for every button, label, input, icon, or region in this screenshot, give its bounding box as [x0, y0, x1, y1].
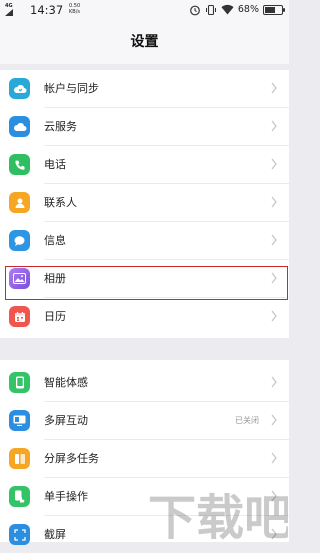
wifi-icon [221, 4, 234, 15]
setting-label: 云服务 [44, 120, 77, 133]
chevron-right-icon [271, 452, 277, 464]
chevron-right-icon [271, 234, 277, 246]
setting-smart-motion[interactable]: 智能体感 [0, 364, 289, 401]
status-bar: 4G 14:37 0.50 KB/s 68% [0, 0, 289, 20]
setting-label: 日历 [44, 310, 66, 323]
multiscreen-icon [9, 410, 30, 431]
setting-contacts[interactable]: 联系人 [0, 184, 289, 221]
watermark-logo: 下载吧 [148, 490, 288, 542]
setting-multiscreen[interactable]: 多屏互动 已关闭 [0, 402, 289, 439]
chevron-right-icon [271, 82, 277, 94]
setting-split-screen[interactable]: 分屏多任务 [0, 440, 289, 477]
setting-account-sync[interactable]: 帐户与同步 [0, 70, 289, 107]
chevron-right-icon [271, 310, 277, 322]
setting-status: 已关闭 [235, 416, 259, 425]
network-speed: 0.50 KB/s [69, 3, 81, 15]
setting-label: 联系人 [44, 196, 77, 209]
network-type: 4G [5, 3, 13, 9]
cloud-icon [9, 116, 30, 137]
setting-calendar[interactable]: 日历 [0, 298, 289, 335]
chevron-right-icon [271, 158, 277, 170]
chevron-right-icon [271, 414, 277, 426]
setting-label: 电话 [44, 158, 66, 171]
account-sync-icon [9, 78, 30, 99]
message-icon [9, 230, 30, 251]
signal-icon [5, 9, 13, 16]
setting-label: 单手操作 [44, 490, 88, 503]
contacts-icon [9, 192, 30, 213]
page-title: 设置 [0, 20, 289, 64]
motion-icon [9, 372, 30, 393]
vibrate-icon [205, 4, 216, 15]
setting-label: 帐户与同步 [44, 82, 99, 95]
chevron-right-icon [271, 376, 277, 388]
setting-label: 智能体感 [44, 376, 88, 389]
setting-label: 信息 [44, 234, 66, 247]
phone-icon [9, 154, 30, 175]
battery-percent: 68% [237, 4, 259, 15]
alarm-icon [189, 5, 200, 15]
setting-messages[interactable]: 信息 [0, 222, 289, 259]
chevron-right-icon [271, 196, 277, 208]
setting-label: 截屏 [44, 528, 66, 541]
setting-label: 多屏互动 [44, 414, 88, 427]
setting-label: 分屏多任务 [44, 452, 99, 465]
calendar-icon [9, 306, 30, 327]
one-hand-icon [9, 486, 30, 507]
split-screen-icon [9, 448, 30, 469]
highlight-frame [5, 266, 288, 300]
setting-phone[interactable]: 电话 [0, 146, 289, 183]
svg-text:下载吧: 下载吧 [148, 490, 288, 542]
network-indicator: 4G [5, 3, 14, 16]
battery-icon [263, 4, 285, 15]
chevron-right-icon [271, 120, 277, 132]
setting-cloud-service[interactable]: 云服务 [0, 108, 289, 145]
status-time: 14:37 [30, 3, 64, 17]
